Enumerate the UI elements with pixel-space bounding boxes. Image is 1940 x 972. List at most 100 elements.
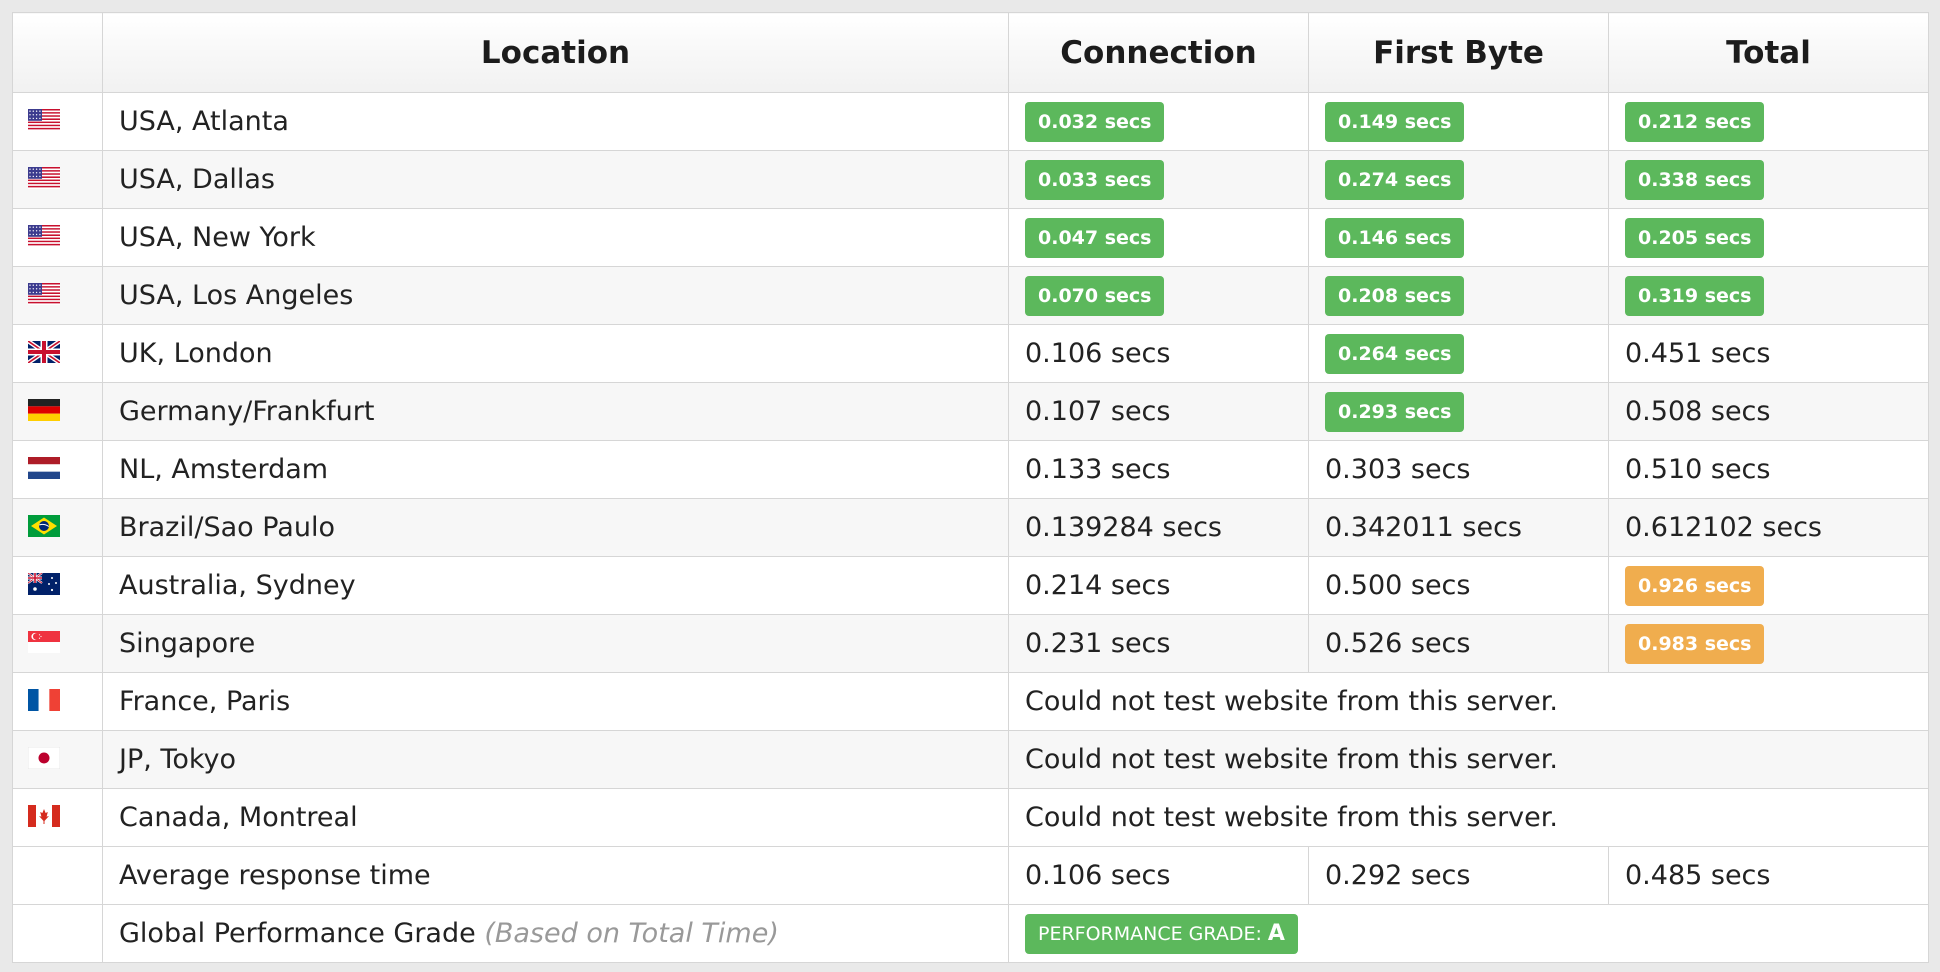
total-time-value: 0.451 secs xyxy=(1625,338,1771,369)
first-byte-time-cell: 0.293 secs xyxy=(1308,382,1609,441)
location-name: JP, Tokyo xyxy=(102,730,1009,789)
flag-cell xyxy=(12,92,103,151)
first-byte-time-value: 0.303 secs xyxy=(1325,454,1471,485)
flag-usa-icon xyxy=(28,166,60,189)
average-label: Average response time xyxy=(102,846,1009,905)
connection-time-value: 0.214 secs xyxy=(1025,570,1171,601)
location-name: France, Paris xyxy=(102,672,1009,731)
connection-time-cell: 0.047 secs xyxy=(1008,208,1309,267)
connection-time-cell: 0.107 secs xyxy=(1008,382,1309,441)
total-time-badge: 0.983 secs xyxy=(1625,623,1765,664)
total-time-badge: 0.926 secs xyxy=(1625,565,1765,606)
connection-time-cell: 0.033 secs xyxy=(1008,150,1309,209)
total-time-cell: 0.612102 secs xyxy=(1608,498,1929,557)
test-error-message: Could not test website from this server. xyxy=(1008,730,1929,789)
flag-cell xyxy=(12,672,103,731)
total-time-cell: 0.212 secs xyxy=(1608,92,1929,151)
flag-usa-icon xyxy=(28,108,60,131)
flag-cell xyxy=(12,382,103,441)
grade-row: Global Performance Grade (Based on Total… xyxy=(12,904,1929,963)
flag-france-icon xyxy=(28,688,60,711)
grade-value-cell: PERFORMANCE GRADE: A xyxy=(1008,904,1929,963)
first-byte-time-badge: 0.293 secs xyxy=(1325,391,1465,432)
flag-australia-icon xyxy=(28,572,60,595)
flag-cell xyxy=(12,730,103,789)
table-row: UK, London 0.106 secs 0.264 secs 0.451 secs xyxy=(12,324,1929,383)
table-row: Canada, Montreal Could not test website f… xyxy=(12,788,1929,847)
table-row: Singapore 0.231 secs 0.526 secs 0.983 secs xyxy=(12,614,1929,673)
table-row: USA, Los Angeles 0.070 secs 0.208 secs 0.31… xyxy=(12,266,1929,325)
first-byte-time-badge: 0.208 secs xyxy=(1325,275,1465,316)
flag-usa-icon xyxy=(28,224,60,247)
first-byte-time-cell: 0.342011 secs xyxy=(1308,498,1609,557)
location-name: NL, Amsterdam xyxy=(102,440,1009,499)
table-row: Australia, Sydney 0.214 secs 0.500 secs 0.9… xyxy=(12,556,1929,615)
test-error-message: Could not test website from this server. xyxy=(1008,788,1929,847)
first-byte-time-cell: 0.146 secs xyxy=(1308,208,1609,267)
location-name: USA, New York xyxy=(102,208,1009,267)
results-panel: Location Connection First Byte Total USA… xyxy=(12,12,1929,963)
table-row: Brazil/Sao Paulo 0.139284 secs 0.342011 se… xyxy=(12,498,1929,557)
first-byte-time-value: 0.526 secs xyxy=(1325,628,1471,659)
connection-column-header: Connection xyxy=(1008,12,1309,93)
total-time-value: 0.510 secs xyxy=(1625,454,1771,485)
connection-time-badge: 0.070 secs xyxy=(1025,275,1165,316)
location-name: USA, Atlanta xyxy=(102,92,1009,151)
location-name: Brazil/Sao Paulo xyxy=(102,498,1009,557)
average-first-byte: 0.292 secs xyxy=(1308,846,1609,905)
location-name: USA, Dallas xyxy=(102,150,1009,209)
table-row: France, Paris Could not test website from… xyxy=(12,672,1929,731)
flag-cell xyxy=(12,614,103,673)
location-name: USA, Los Angeles xyxy=(102,266,1009,325)
flag-japan-icon xyxy=(28,746,60,769)
first-byte-time-value: 0.342011 secs xyxy=(1325,512,1523,543)
connection-time-badge: 0.032 secs xyxy=(1025,101,1165,142)
table-body: USA, Atlanta 0.032 secs 0.149 secs 0.212 se… xyxy=(12,92,1929,847)
total-column-header: Total xyxy=(1608,12,1929,93)
connection-time-cell: 0.231 secs xyxy=(1008,614,1309,673)
table-row: USA, Atlanta 0.032 secs 0.149 secs 0.212 se… xyxy=(12,92,1929,151)
flag-usa-icon xyxy=(28,282,60,305)
connection-time-value: 0.231 secs xyxy=(1025,628,1171,659)
first-byte-time-cell: 0.274 secs xyxy=(1308,150,1609,209)
location-name: UK, London xyxy=(102,324,1009,383)
total-time-badge: 0.319 secs xyxy=(1625,275,1765,316)
first-byte-time-cell: 0.149 secs xyxy=(1308,92,1609,151)
first-byte-time-badge: 0.274 secs xyxy=(1325,159,1465,200)
first-byte-time-badge: 0.146 secs xyxy=(1325,217,1465,258)
first-byte-time-badge: 0.149 secs xyxy=(1325,101,1465,142)
first-byte-time-cell: 0.208 secs xyxy=(1308,266,1609,325)
location-name: Germany/Frankfurt xyxy=(102,382,1009,441)
table-row: NL, Amsterdam 0.133 secs 0.303 secs 0.510 s… xyxy=(12,440,1929,499)
total-time-value: 0.612102 secs xyxy=(1625,512,1823,543)
first-byte-time-cell: 0.264 secs xyxy=(1308,324,1609,383)
first-byte-time-cell: 0.526 secs xyxy=(1308,614,1609,673)
grade-label: Global Performance Grade xyxy=(119,918,476,949)
table-row: JP, Tokyo Could not test website from thi… xyxy=(12,730,1929,789)
flag-cell xyxy=(12,266,103,325)
total-time-cell: 0.451 secs xyxy=(1608,324,1929,383)
connection-time-cell: 0.133 secs xyxy=(1008,440,1309,499)
total-time-badge: 0.205 secs xyxy=(1625,217,1765,258)
flag-cell xyxy=(12,150,103,209)
grade-flag-cell xyxy=(12,904,103,963)
connection-time-value: 0.106 secs xyxy=(1025,338,1171,369)
connection-time-value: 0.107 secs xyxy=(1025,396,1171,427)
first-byte-time-cell: 0.500 secs xyxy=(1308,556,1609,615)
average-row: Average response time 0.106 secs 0.292 s… xyxy=(12,846,1929,905)
average-connection: 0.106 secs xyxy=(1008,846,1309,905)
connection-time-cell: 0.070 secs xyxy=(1008,266,1309,325)
average-total: 0.485 secs xyxy=(1608,846,1929,905)
table-header-row: Location Connection First Byte Total xyxy=(12,12,1929,93)
total-time-cell: 0.508 secs xyxy=(1608,382,1929,441)
connection-time-cell: 0.139284 secs xyxy=(1008,498,1309,557)
flag-cell xyxy=(12,324,103,383)
total-time-cell: 0.205 secs xyxy=(1608,208,1929,267)
total-time-cell: 0.319 secs xyxy=(1608,266,1929,325)
connection-time-cell: 0.106 secs xyxy=(1008,324,1309,383)
total-time-cell: 0.983 secs xyxy=(1608,614,1929,673)
response-time-table: Location Connection First Byte Total USA… xyxy=(12,12,1929,963)
table-row: USA, New York 0.047 secs 0.146 secs 0.205 s… xyxy=(12,208,1929,267)
location-name: Canada, Montreal xyxy=(102,788,1009,847)
total-time-badge: 0.338 secs xyxy=(1625,159,1765,200)
